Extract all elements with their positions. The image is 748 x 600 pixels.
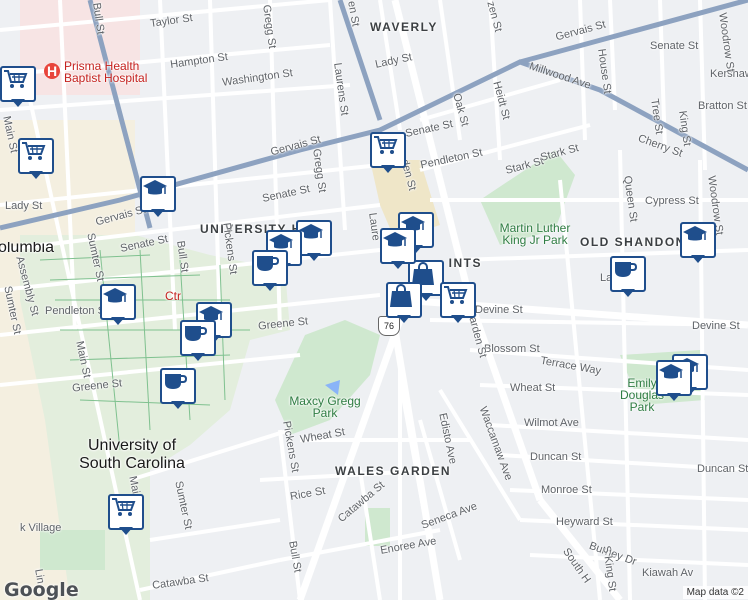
- street-label-bratton: Bratton St: [698, 100, 747, 112]
- street-label-pendleton-2: Pendleton St: [45, 305, 108, 317]
- hospital-icon: H: [44, 63, 60, 79]
- street-label-duncan-1: Duncan St: [530, 451, 582, 463]
- neighborhood-label-wales-garden: WALES GARDEN: [335, 464, 452, 478]
- marker-box[interactable]: [108, 494, 144, 530]
- map-marker-graduation-cap[interactable]: [656, 360, 692, 402]
- map-marker-grocery-cart[interactable]: [0, 66, 36, 108]
- marker-pointer: [11, 99, 25, 107]
- street-label-duncan-2: Duncan St: [697, 463, 748, 475]
- marker-pointer: [667, 393, 681, 401]
- map-marker-graduation-cap[interactable]: [140, 176, 176, 218]
- landmark-label-hospital: Prisma Health Baptist Hospital: [64, 59, 148, 85]
- map-marker-coffee-cup[interactable]: [610, 256, 646, 298]
- marker-box[interactable]: [386, 282, 422, 318]
- marker-box[interactable]: [0, 66, 36, 102]
- map-marker-coffee-cup[interactable]: [180, 320, 216, 362]
- map-canvas[interactable]: WAVERLY UNIVERSITY HILL OLD SHANDON WALE…: [0, 0, 748, 600]
- park-label-mlk: Martin Luther King Jr Park: [499, 221, 571, 247]
- street-label-heyward: Heyward St: [556, 516, 613, 528]
- marker-pointer: [151, 209, 165, 217]
- map-marker-grocery-cart[interactable]: [370, 132, 406, 174]
- neighborhood-label-old-shandon: OLD SHANDON: [580, 235, 686, 249]
- marker-pointer: [691, 255, 705, 263]
- marker-pointer: [263, 283, 277, 291]
- map-marker-coffee-cup[interactable]: [160, 368, 196, 410]
- street-label-wilmot: Wilmot Ave: [524, 417, 579, 429]
- marker-pointer: [451, 315, 465, 323]
- marker-box[interactable]: [610, 256, 646, 292]
- marker-pointer: [381, 165, 395, 173]
- marker-pointer: [391, 261, 405, 269]
- street-label-wheat-1: Wheat St: [510, 382, 556, 394]
- marker-pointer: [29, 171, 43, 179]
- marker-box[interactable]: [252, 250, 288, 286]
- marker-box[interactable]: [440, 282, 476, 318]
- landmark-label-center: Ctr: [165, 289, 181, 303]
- street-label-lady-2: Lady St: [5, 200, 43, 212]
- marker-pointer: [397, 315, 411, 323]
- street-label-kiawah: Kiawah Av: [642, 567, 694, 579]
- map-marker-graduation-cap[interactable]: [680, 222, 716, 264]
- map-marker-grocery-cart[interactable]: [18, 138, 54, 180]
- marker-box[interactable]: [180, 320, 216, 356]
- street-label-monroe: Monroe St: [541, 484, 592, 496]
- street-label-devine-1: Devine St: [475, 304, 523, 316]
- marker-box[interactable]: [380, 228, 416, 264]
- map-marker-coffee-cup[interactable]: [252, 250, 288, 292]
- marker-pointer: [111, 317, 125, 325]
- marker-box[interactable]: [18, 138, 54, 174]
- marker-box[interactable]: [656, 360, 692, 396]
- marker-pointer: [621, 289, 635, 297]
- park-label-maxcy-gregg: Maxcy Gregg Park: [289, 394, 361, 420]
- map-marker-shopping-bag[interactable]: [386, 282, 422, 324]
- green-area-southwest: [40, 530, 105, 570]
- marker-box[interactable]: [370, 132, 406, 168]
- google-logo: Google: [4, 579, 79, 600]
- street-label-cypress: Cypress St: [645, 195, 699, 207]
- map-attribution[interactable]: Map data ©2: [682, 586, 748, 599]
- marker-box[interactable]: [160, 368, 196, 404]
- neighborhood-label-waverly: WAVERLY: [370, 20, 438, 34]
- landmark-label-village: k Village: [20, 522, 62, 534]
- landmark-label-university: University of South Carolina: [79, 437, 185, 472]
- marker-pointer: [171, 401, 185, 409]
- map-marker-grocery-cart[interactable]: [440, 282, 476, 324]
- street-label-senate-1: Senate St: [650, 40, 699, 52]
- marker-box[interactable]: [140, 176, 176, 212]
- neighborhood-label-five-points: FIVE POINTS: [448, 257, 482, 269]
- map-marker-grocery-cart[interactable]: [108, 494, 144, 536]
- map-marker-graduation-cap[interactable]: [380, 228, 416, 270]
- marker-pointer: [119, 527, 133, 535]
- street-label-devine-2: Devine St: [692, 320, 740, 332]
- marker-pointer: [307, 253, 321, 261]
- marker-pointer: [191, 353, 205, 361]
- marker-box[interactable]: [100, 284, 136, 320]
- street-label-blossom: Blossom St: [484, 343, 540, 355]
- map-marker-graduation-cap[interactable]: [100, 284, 136, 326]
- marker-box[interactable]: [680, 222, 716, 258]
- city-label-columbia: Columbia: [0, 242, 54, 254]
